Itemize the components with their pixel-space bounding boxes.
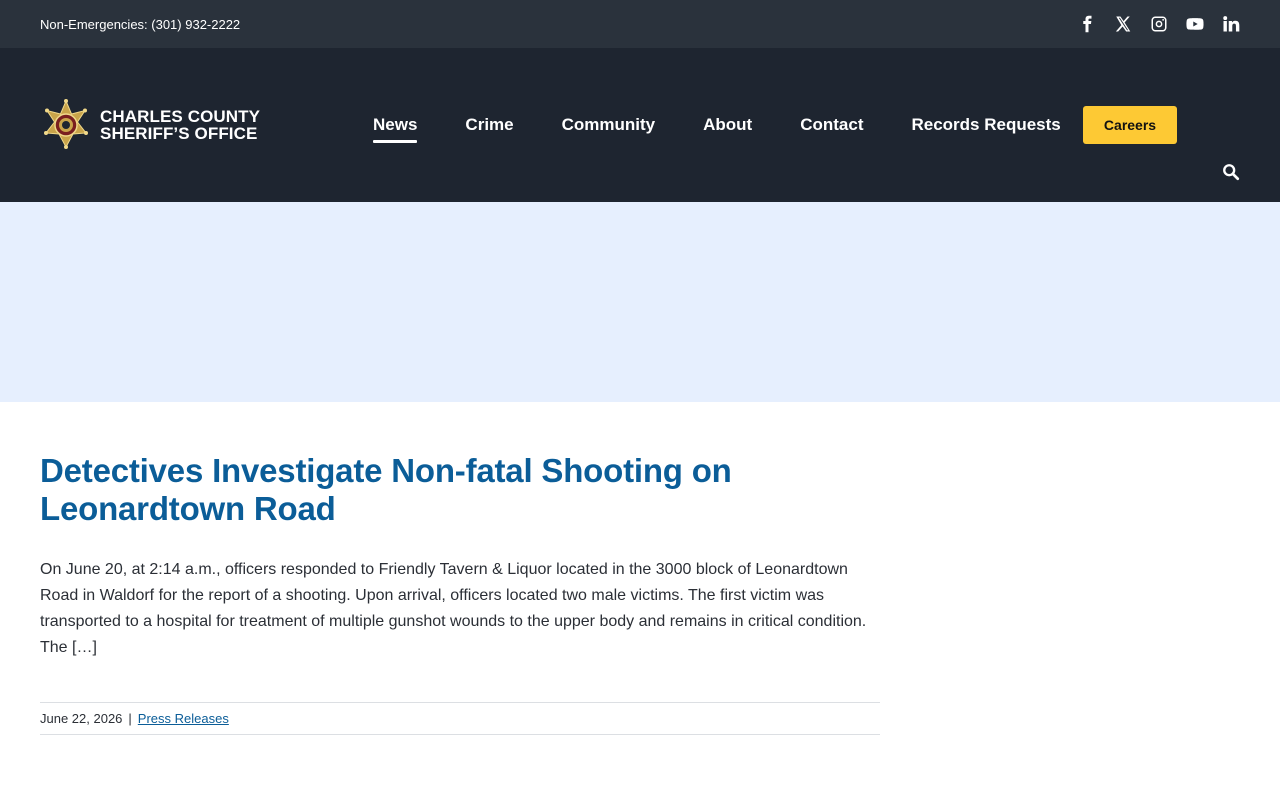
logo-line-2: SHERIFF’S OFFICE bbox=[100, 124, 258, 143]
post-title-link[interactable]: Detectives Investigate Non-fatal Shootin… bbox=[40, 452, 880, 528]
post-meta: June 22, 2026 | Press Releases bbox=[40, 702, 880, 735]
nav-item-about[interactable]: About bbox=[703, 109, 752, 141]
careers-button[interactable]: Careers bbox=[1083, 106, 1177, 144]
social-links bbox=[1078, 15, 1240, 33]
nav-item-records-requests[interactable]: Records Requests bbox=[911, 109, 1060, 141]
nav-item-contact[interactable]: Contact bbox=[800, 109, 863, 141]
nav-item-news[interactable]: News bbox=[373, 109, 418, 143]
hero-banner bbox=[0, 202, 1280, 402]
site-logo[interactable]: CHARLES COUNTY SHERIFF’S OFFICE bbox=[40, 99, 260, 151]
meta-separator: | bbox=[128, 711, 132, 726]
logo-wordmark: CHARLES COUNTY SHERIFF’S OFFICE bbox=[100, 108, 260, 142]
main-nav: News Crime Community About Contact Recor… bbox=[373, 48, 1109, 202]
post-excerpt: On June 20, at 2:14 a.m., officers respo… bbox=[40, 561, 867, 656]
site-header: CHARLES COUNTY SHERIFF’S OFFICE News Cri… bbox=[0, 48, 1280, 202]
post-card: Detectives Investigate Non-fatal Shootin… bbox=[40, 452, 880, 735]
post-date: June 22, 2026 bbox=[40, 711, 123, 726]
top-bar: Non-Emergencies: (301) 932-2222 bbox=[0, 0, 1280, 48]
category-link-press-releases[interactable]: Press Releases bbox=[138, 711, 229, 726]
non-emergency-phone: Non-Emergencies: (301) 932-2222 bbox=[40, 16, 241, 32]
sheriff-star-icon bbox=[44, 99, 88, 149]
x-twitter-icon[interactable] bbox=[1114, 15, 1132, 33]
linkedin-icon[interactable] bbox=[1222, 15, 1240, 33]
nav-item-community[interactable]: Community bbox=[562, 109, 656, 141]
post-list: Detectives Investigate Non-fatal Shootin… bbox=[0, 402, 920, 735]
search-icon[interactable] bbox=[1222, 163, 1242, 183]
instagram-icon[interactable] bbox=[1150, 15, 1168, 33]
facebook-icon[interactable] bbox=[1078, 15, 1096, 33]
youtube-icon[interactable] bbox=[1186, 15, 1204, 33]
logo-line-1: CHARLES COUNTY bbox=[100, 107, 261, 126]
nav-item-crime[interactable]: Crime bbox=[465, 109, 513, 141]
